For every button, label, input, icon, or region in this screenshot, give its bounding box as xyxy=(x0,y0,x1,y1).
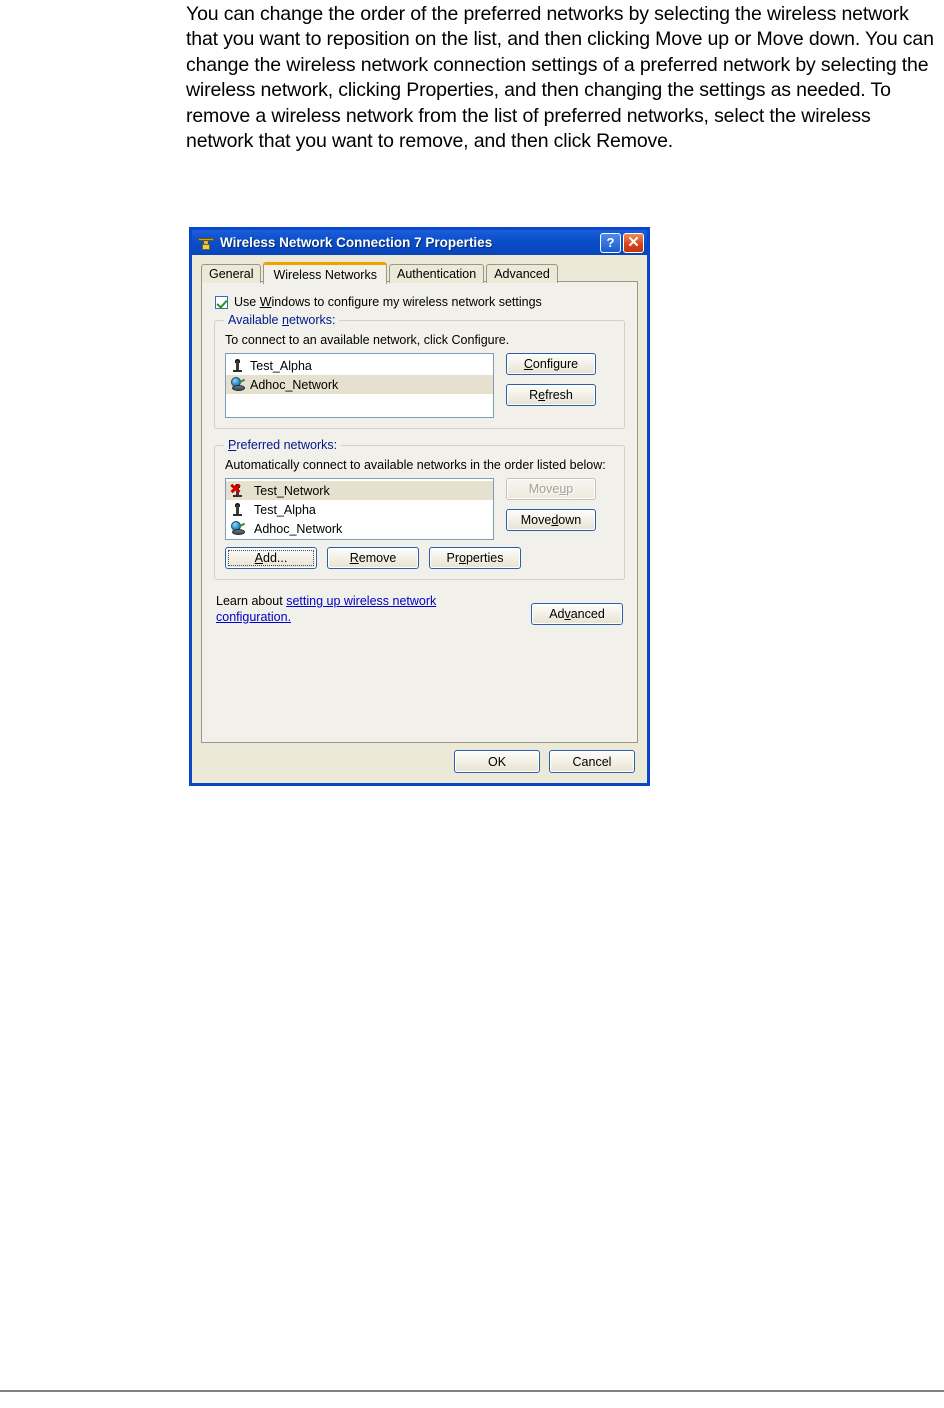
learn-about-row: Learn about setting up wireless network … xyxy=(216,593,623,625)
dialog-footer: OK Cancel xyxy=(454,750,635,773)
wireless-tower-unavailable-icon xyxy=(230,483,245,498)
learn-about-text: Learn about setting up wireless network … xyxy=(216,593,466,625)
use-windows-checkbox-row[interactable]: Use Windows to configure my wireless net… xyxy=(215,295,637,309)
list-item-label: Test_Alpha xyxy=(254,502,316,517)
dialog-title: Wireless Network Connection 7 Properties xyxy=(220,235,493,250)
available-networks-listbox[interactable]: Test_Alpha Adhoc_Network xyxy=(225,353,494,418)
wireless-network-properties-dialog: Wireless Network Connection 7 Properties… xyxy=(189,227,650,786)
properties-button[interactable]: Pr o perties xyxy=(429,547,521,569)
use-windows-checkbox[interactable] xyxy=(215,295,228,309)
cancel-button[interactable]: Cancel xyxy=(549,750,635,773)
adhoc-network-icon xyxy=(230,377,246,392)
advanced-button[interactable]: Ad v anced xyxy=(531,603,623,625)
ok-button[interactable]: OK xyxy=(454,750,540,773)
preferred-networks-hint: Automatically connect to available netwo… xyxy=(225,458,606,472)
add-button[interactable]: Add... xyxy=(225,547,317,569)
list-item[interactable]: Adhoc_Network xyxy=(226,375,493,394)
list-item[interactable]: Adhoc_Network xyxy=(226,519,493,538)
page-paragraph: You can change the order of the preferre… xyxy=(186,3,934,153)
network-connection-icon xyxy=(197,234,215,252)
list-item-label: Adhoc_Network xyxy=(250,377,339,392)
remove-button[interactable]: Remove xyxy=(327,547,419,569)
titlebar-buttons: ? ✕ xyxy=(600,232,644,253)
tab-page-wireless-networks: Use Windows to configure my wireless net… xyxy=(201,281,638,743)
use-windows-checkbox-label: Use Windows to configure my wireless net… xyxy=(234,295,542,309)
available-networks-label: Available networks: xyxy=(224,313,340,327)
adhoc-network-icon xyxy=(230,521,246,536)
move-up-button[interactable]: Move up xyxy=(506,478,596,500)
tabstrip: General Wireless Networks Authentication… xyxy=(201,260,647,284)
tab-wireless-networks[interactable]: Wireless Networks xyxy=(263,262,387,284)
list-item[interactable]: Test_Alpha xyxy=(226,356,493,375)
configure-button[interactable]: Configure xyxy=(506,353,596,375)
available-networks-group: Available networks: To connect to an ava… xyxy=(214,313,625,429)
dialog-titlebar: Wireless Network Connection 7 Properties… xyxy=(192,230,647,255)
preferred-networks-label: Preferred networks: xyxy=(224,438,342,452)
wireless-tower-icon xyxy=(230,502,245,517)
preferred-networks-move-buttons: Move up Move d own xyxy=(506,478,596,531)
list-item[interactable]: Test_Alpha xyxy=(226,500,493,519)
page-footer-rule xyxy=(0,1390,944,1392)
list-item-label: Adhoc_Network xyxy=(254,521,343,536)
preferred-networks-listbox[interactable]: Test_Network Test_Alpha Adhoc_Network xyxy=(225,478,494,540)
help-icon[interactable]: ? xyxy=(600,232,621,253)
move-down-button[interactable]: Move d own xyxy=(506,509,596,531)
preferred-networks-group: Preferred networks: Automatically connec… xyxy=(214,438,625,580)
tab-advanced[interactable]: Advanced xyxy=(486,264,558,283)
list-item[interactable]: Test_Network xyxy=(226,481,493,500)
learn-about-prefix: Learn about xyxy=(216,594,287,608)
preferred-networks-action-buttons: Add... Remove Pr o perties xyxy=(225,547,614,569)
list-item-label: Test_Network xyxy=(254,483,330,498)
close-icon[interactable]: ✕ xyxy=(623,232,644,253)
tab-general[interactable]: General xyxy=(201,264,262,283)
refresh-button[interactable]: Re fresh xyxy=(506,384,596,406)
available-networks-buttons: Configure Re fresh xyxy=(506,353,596,406)
list-item-label: Test_Alpha xyxy=(250,358,312,373)
available-networks-hint: To connect to an available network, clic… xyxy=(225,333,510,347)
tab-authentication[interactable]: Authentication xyxy=(388,264,485,283)
wireless-tower-icon xyxy=(230,358,245,373)
